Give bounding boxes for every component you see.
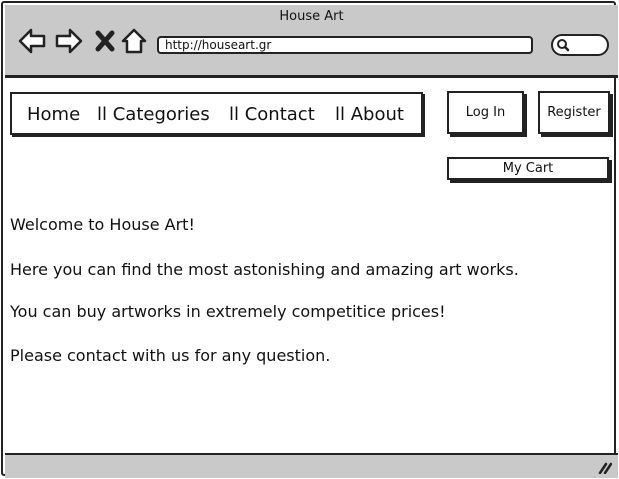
my-cart-button[interactable]: My Cart — [447, 157, 609, 180]
address-bar[interactable]: http://houseart.gr — [157, 36, 533, 54]
resize-grip-icon[interactable] — [598, 462, 612, 474]
menu-item-categories[interactable]: ll Categories — [97, 104, 210, 125]
intro-text: Here you can find the most astonishing a… — [10, 260, 519, 279]
menu-item-about[interactable]: ll About — [335, 104, 404, 125]
browser-toolbar: House Art http://houseart.gr — [5, 5, 618, 78]
welcome-heading: Welcome to House Art! — [10, 215, 195, 234]
window-title: House Art — [279, 9, 344, 24]
home-icon[interactable] — [120, 27, 148, 55]
back-arrow-icon[interactable] — [17, 27, 47, 55]
status-bar — [5, 453, 618, 478]
forward-arrow-icon[interactable] — [54, 27, 84, 55]
menu-item-contact[interactable]: ll Contact — [229, 104, 315, 125]
stop-icon[interactable] — [93, 27, 117, 55]
search-field[interactable] — [551, 34, 609, 56]
pricing-text: You can buy artworks in extremely compet… — [10, 302, 446, 321]
login-button[interactable]: Log In — [447, 91, 524, 134]
register-button[interactable]: Register — [538, 91, 610, 134]
browser-window: House Art http://houseart.gr Home ll Cat… — [1, 1, 618, 478]
search-icon — [557, 39, 570, 52]
menu-item-home[interactable]: Home — [27, 104, 80, 125]
main-menu: Home ll Categories ll Contact ll About — [10, 92, 423, 135]
contact-text: Please contact with us for any question. — [10, 346, 331, 365]
